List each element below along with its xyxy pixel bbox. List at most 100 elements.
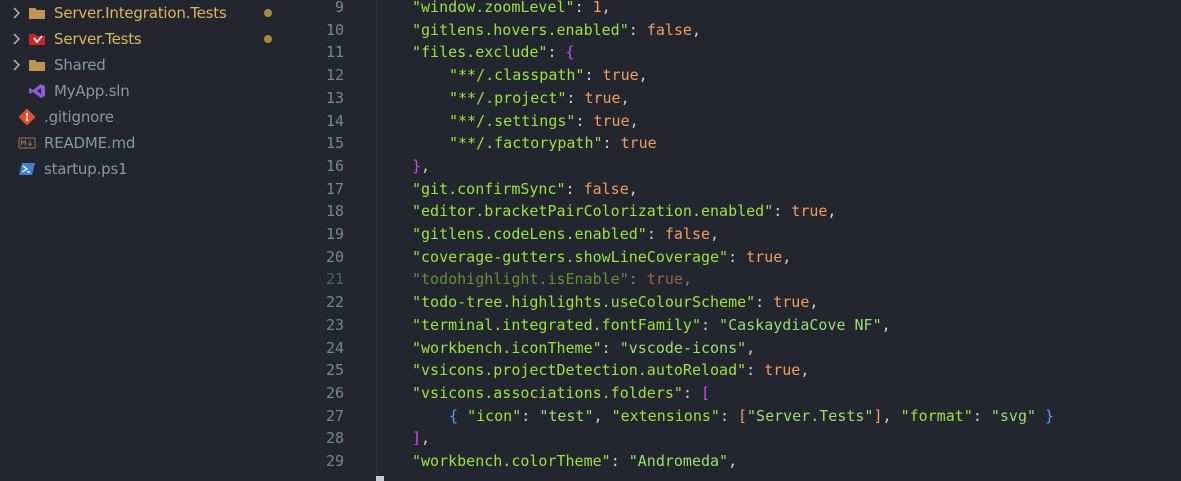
token: : — [601, 338, 620, 357]
token: true — [773, 293, 810, 312]
line-number: 13 — [325, 88, 344, 107]
token: : — [773, 202, 792, 221]
code-line[interactable]: 21 "todohighlight.isEnable": true, — [290, 268, 1181, 291]
tree-item[interactable]: .gitignore — [0, 104, 290, 130]
token: : — [610, 452, 629, 470]
token: , — [800, 361, 810, 380]
code-line[interactable]: 17 "git.confirmSync": false, — [290, 178, 1181, 201]
code-line[interactable]: 13 "**/.project": true, — [290, 87, 1181, 110]
code-line[interactable]: 10 "gitlens.hovers.enabled": false, — [290, 19, 1181, 42]
token: : — [574, 0, 593, 16]
code-line[interactable]: 22 "todo-tree.highlights.useColourScheme"… — [290, 291, 1181, 314]
token: true — [584, 88, 621, 107]
chevron-right-icon[interactable] — [10, 0, 22, 26]
token: : — [728, 247, 747, 266]
code-line[interactable]: 20 "coverage-gutters.showLineCoverage": t… — [290, 246, 1181, 269]
line-number: 29 — [325, 452, 344, 470]
line-number: 20 — [325, 247, 344, 266]
token: "git.confirmSync" — [412, 179, 566, 198]
token: "todohighlight.isEnable" — [412, 270, 629, 289]
tree-item[interactable]: startup.ps1 — [0, 156, 290, 182]
token: : — [719, 406, 738, 425]
token: : — [566, 88, 585, 107]
token: "workbench.colorTheme" — [412, 452, 611, 470]
chevron-right-icon[interactable] — [10, 26, 22, 52]
visual-studio-icon — [28, 83, 46, 99]
token: : — [628, 20, 647, 39]
tree-item-label: Shared — [54, 56, 106, 74]
token: "Server.Tests" — [747, 406, 874, 425]
code-text: "files.exclude": { — [412, 41, 575, 64]
token: { — [565, 43, 575, 62]
code-line[interactable]: 18 "editor.bracketPairColorization.enable… — [290, 200, 1181, 223]
tree-item[interactable]: README.md — [0, 130, 290, 156]
token: false — [646, 20, 692, 39]
token: , — [882, 406, 901, 425]
code-text: "editor.bracketPairColorization.enabled"… — [412, 200, 836, 223]
token: "workbench.iconTheme" — [412, 338, 602, 357]
token: "window.zoomLevel" — [412, 0, 575, 16]
code-text: "gitlens.codeLens.enabled": false, — [412, 223, 719, 246]
tree-item[interactable]: Shared — [0, 52, 290, 78]
line-number: 15 — [325, 134, 344, 153]
line-number: 16 — [325, 156, 344, 175]
token: , — [421, 429, 431, 448]
code-line[interactable]: 9 "window.zoomLevel": 1, — [290, 0, 1181, 19]
token: : — [547, 43, 566, 62]
tree-item[interactable]: MyApp.sln — [0, 78, 290, 104]
token: : — [646, 225, 665, 243]
token: , — [682, 270, 692, 289]
tree-item[interactable]: Server.Integration.Tests — [0, 0, 290, 26]
token: , — [601, 0, 611, 16]
code-text: { "icon": "test", "extensions": ["Server… — [449, 405, 1054, 428]
token: : — [575, 111, 594, 130]
code-text: "coverage-gutters.showLineCoverage": tru… — [412, 246, 791, 269]
token: true — [764, 361, 801, 380]
tree-item[interactable]: Server.Tests — [0, 26, 290, 52]
token: , — [638, 66, 648, 85]
code-line[interactable]: 25 "vsicons.projectDetection.autoReload":… — [290, 359, 1181, 382]
token: "todo-tree.highlights.useColourScheme" — [412, 293, 756, 312]
token: "format" — [900, 406, 973, 425]
code-text: "workbench.colorTheme": "Andromeda", — [412, 450, 737, 473]
token: , — [421, 156, 431, 175]
code-line[interactable]: 29 "workbench.colorTheme": "Andromeda", — [290, 450, 1181, 473]
line-number: 9 — [334, 0, 344, 16]
code-line[interactable]: 11 "files.exclude": { — [290, 41, 1181, 64]
code-line[interactable]: 16}, — [290, 155, 1181, 178]
horizontal-scrollbar-thumb[interactable] — [376, 476, 384, 481]
tree-item-label: README.md — [44, 134, 136, 152]
code-line[interactable]: 19 "gitlens.codeLens.enabled": false, — [290, 223, 1181, 246]
token: ] — [412, 429, 422, 448]
tree-item-label: startup.ps1 — [44, 160, 128, 178]
code-editor[interactable]: 9 "window.zoomLevel": 1, 10 "gitlens.hovers… — [290, 0, 1181, 481]
code-line[interactable]: 15 "**/.factorypath": true — [290, 132, 1181, 155]
token: true — [620, 134, 657, 153]
token: "gitlens.hovers.enabled" — [412, 20, 629, 39]
code-line[interactable]: 28], — [290, 427, 1181, 450]
line-number: 28 — [325, 429, 344, 448]
token: , — [881, 315, 891, 334]
token: "vsicons.projectDetection.autoReload" — [412, 361, 747, 380]
token: : — [602, 134, 621, 153]
code-line[interactable]: 26 "vsicons.associations.folders": [ — [290, 382, 1181, 405]
line-number: 23 — [325, 315, 344, 334]
code-line[interactable]: 14 "**/.settings": true, — [290, 110, 1181, 133]
explorer-panel: Server.Integration.Tests Server.Tests Shar… — [0, 0, 290, 481]
token: : — [565, 179, 584, 198]
token: "**/.factorypath" — [449, 134, 603, 153]
modified-indicator — [264, 35, 272, 43]
vscode-window: Server.Integration.Tests Server.Tests Shar… — [0, 0, 1181, 481]
token: , — [629, 111, 639, 130]
token: "coverage-gutters.showLineCoverage" — [412, 247, 729, 266]
code-line[interactable]: 23 "terminal.integrated.fontFamily": "Cas… — [290, 314, 1181, 337]
token: "vscode-icons" — [619, 338, 747, 357]
code-line[interactable]: 12 "**/.classpath": true, — [290, 64, 1181, 87]
code-line[interactable]: 24 "workbench.iconTheme": "vscode-icons", — [290, 337, 1181, 360]
chevron-right-icon[interactable] — [10, 52, 22, 78]
code-line[interactable]: 27 { "icon": "test", "extensions": ["Serv… — [290, 405, 1181, 428]
token: , — [728, 452, 738, 470]
token: } — [412, 156, 422, 175]
line-number: 21 — [325, 270, 344, 289]
token: : — [755, 293, 774, 312]
